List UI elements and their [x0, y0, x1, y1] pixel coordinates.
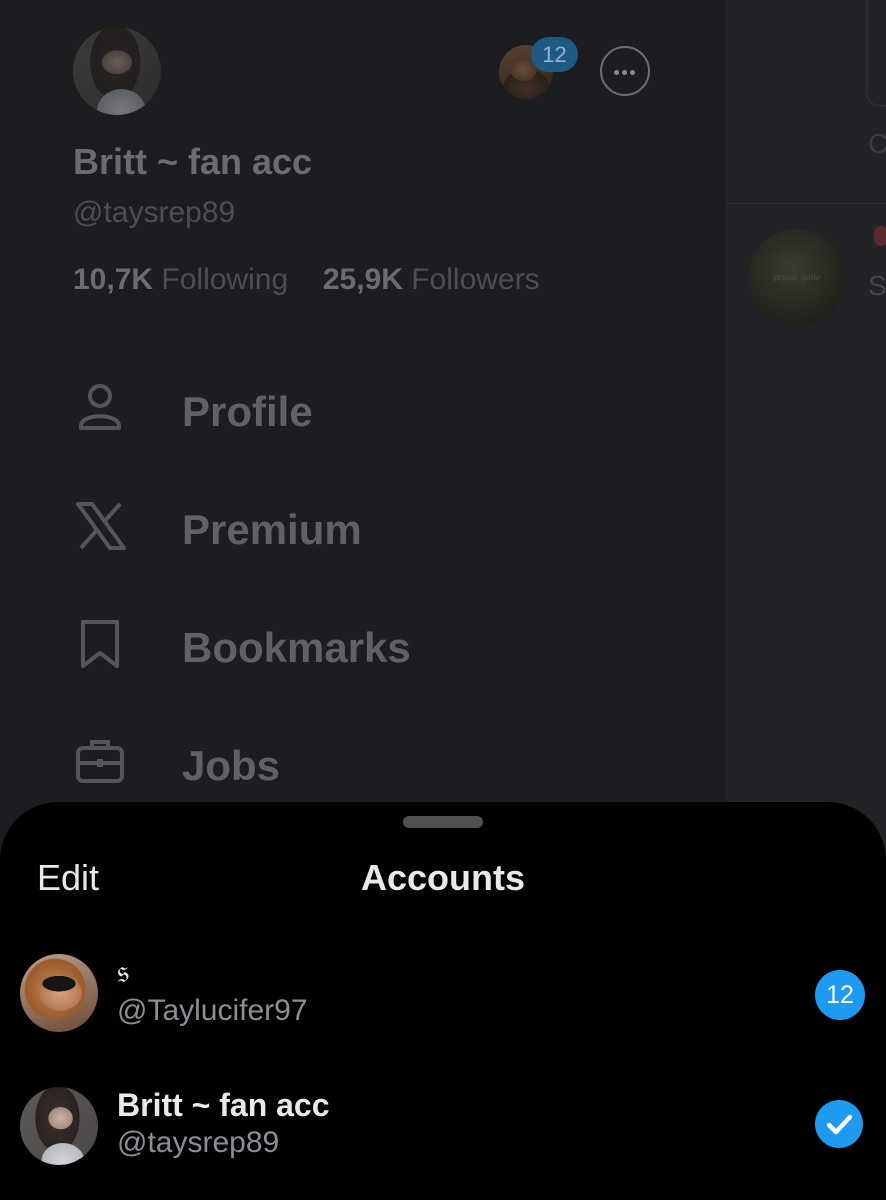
menu-item-bookmarks[interactable]: Bookmarks — [73, 616, 673, 696]
account-name: Britt ~ fan acc — [117, 1087, 330, 1123]
briefcase-icon — [73, 734, 129, 794]
timeline-avatar: praise gone — [748, 229, 846, 327]
more-dot-icon — [614, 70, 619, 75]
menu-label-bookmarks: Bookmarks — [182, 624, 411, 671]
post-media-edge — [866, 0, 886, 107]
following-label: Following — [161, 263, 289, 296]
menu-item-profile[interactable]: Profile — [73, 380, 673, 460]
menu-item-premium[interactable]: Premium — [73, 498, 673, 578]
sheet-grabber[interactable] — [403, 816, 483, 828]
sheet-title: Accounts — [360, 857, 526, 898]
more-options-button[interactable] — [600, 46, 650, 96]
notification-count-badge: 12 — [815, 970, 865, 1020]
checkmark-icon — [815, 1100, 863, 1148]
more-dot-icon — [630, 70, 635, 75]
menu-label-profile: Profile — [182, 388, 313, 435]
account-notification-badge: 12 — [531, 37, 578, 72]
avatar — [20, 954, 98, 1032]
person-icon — [73, 380, 129, 440]
accounts-sheet: Edit Accounts 𝔰 @Taylucifer97 12 Britt ~… — [0, 802, 886, 1200]
account-name: 𝔰 — [117, 952, 130, 990]
timeline-fragment: C — [868, 128, 886, 159]
profile-display-name: Britt ~ fan acc — [73, 141, 313, 182]
profile-handle: @taysrep89 — [73, 196, 236, 229]
menu-label-premium: Premium — [182, 506, 362, 553]
follow-stats: 10,7K Following 25,9K Followers — [73, 263, 540, 297]
x-logo-icon — [73, 498, 129, 558]
avatar-artwork-text: praise gone — [773, 273, 821, 282]
following-count: 10,7K — [73, 263, 154, 296]
following-link[interactable]: 10,7K Following — [73, 263, 296, 296]
account-handle: @Taylucifer97 — [117, 994, 308, 1027]
followers-count: 25,9K — [322, 263, 403, 296]
more-dot-icon — [622, 70, 627, 75]
bookmark-icon — [73, 616, 129, 676]
menu-label-jobs: Jobs — [182, 742, 281, 789]
followers-link[interactable]: 25,9K Followers — [323, 263, 540, 296]
account-handle: @taysrep89 — [117, 1126, 280, 1159]
reaction-fragment — [874, 226, 886, 246]
timeline-divider — [726, 203, 886, 204]
timeline-fragment: S — [868, 270, 886, 301]
current-account-avatar[interactable] — [73, 27, 161, 115]
avatar — [20, 1087, 98, 1165]
followers-label: Followers — [411, 263, 540, 296]
